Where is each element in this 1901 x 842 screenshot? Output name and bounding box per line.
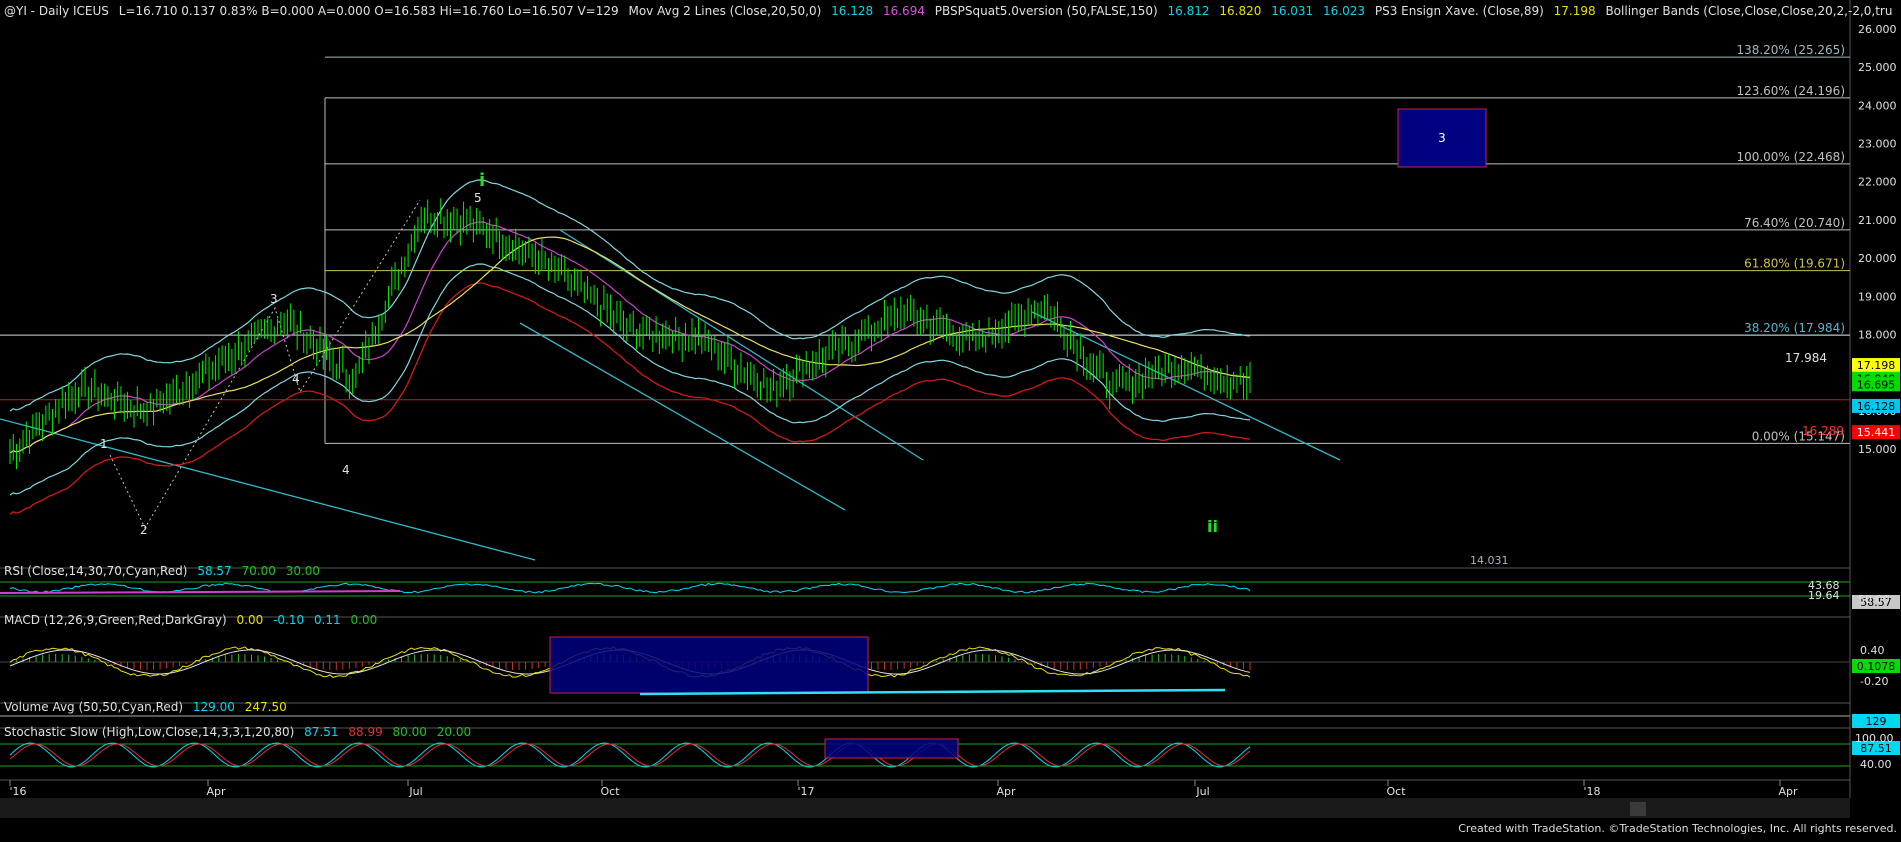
stoch-tick-low: 40.00 [1860, 758, 1892, 771]
date-tick-label: Oct [600, 785, 620, 798]
pbs-value-2: 16.820 [1219, 4, 1261, 18]
stoch-highlight-box [824, 738, 959, 759]
header-quote: L=16.710 0.137 0.83% B=0.000 A=0.000 O=1… [119, 4, 619, 18]
line-value-label-1: 17.984 [1785, 351, 1827, 365]
date-tick-label: Jul [408, 785, 422, 798]
pbs-value-4: 16.023 [1323, 4, 1365, 18]
wave-label-i: i [479, 170, 485, 191]
stoch-value-4: 20.00 [437, 725, 471, 739]
date-tick-label: Apr [1778, 785, 1798, 798]
svg-text:Stochastic Slow (High,Low,Clos: Stochastic Slow (High,Low,Close,14,3,3,1… [4, 725, 471, 739]
price-tick-label: 24.000 [1858, 99, 1897, 112]
pbs-value-3: 16.031 [1271, 4, 1313, 18]
svg-text:MACD (12,26,9,Green,Red,DarkGr: MACD (12,26,9,Green,Red,DarkGray) 0.00 -… [4, 613, 377, 627]
stoch-value-2: 88.99 [348, 725, 382, 739]
macd-label: MACD (12,26,9,Green,Red,DarkGray) [4, 613, 227, 627]
stoch-label: Stochastic Slow (High,Low,Close,14,3,3,1… [4, 725, 294, 739]
pbs-label: PBSPSquat5.0version (50,FALSE,150) [935, 4, 1158, 18]
ma-value-2: 16.694 [883, 4, 925, 18]
svg-text:@YI - Daily ICEUS L=16.: @YI - Daily ICEUS L=16.710 0.137 0.83% B… [4, 4, 1892, 18]
date-tick-label: '18 [1583, 785, 1600, 798]
price-badge-label: 17.198 [1857, 359, 1896, 372]
price-tick-label: 26.000 [1858, 23, 1897, 36]
target-box-label: 3 [1438, 131, 1446, 145]
fib-level-label: 123.60% (24.196) [1736, 84, 1845, 98]
macd-tick-high: 0.40 [1860, 644, 1885, 657]
macd-tick-low: -0.20 [1860, 675, 1888, 688]
ensign-label: PS3 Ensign Xave. (Close,89) [1375, 4, 1544, 18]
date-tick-label: '17 [797, 785, 814, 798]
ma-label: Mov Avg 2 Lines (Close,20,50,0) [628, 4, 821, 18]
volume-label: Volume Avg (50,50,Cyan,Red) [4, 700, 183, 714]
bollinger-label: Bollinger Bands (Close,Close,Close,20,2,… [1605, 4, 1892, 18]
pbs-value-1: 16.812 [1168, 4, 1210, 18]
stoch-value-1: 87.51 [304, 725, 338, 739]
price-badge-label: 15.441 [1857, 426, 1896, 439]
price-tick-label: 20.000 [1858, 252, 1897, 265]
price-badge-label: 16.695 [1857, 378, 1896, 391]
svg-text:RSI (Close,14,30,70,Cyan,Red): RSI (Close,14,30,70,Cyan,Red) 58.57 70.0… [4, 564, 320, 578]
rsi-value-1: 58.57 [197, 564, 231, 578]
rsi-value-2: 70.00 [242, 564, 276, 578]
wave-label-1: 1 [100, 437, 108, 451]
indicator-badge-label: 0.1078 [1857, 660, 1896, 673]
fib-level-label: 138.20% (25.265) [1736, 43, 1845, 57]
wave-label-ii: ii [1207, 517, 1218, 536]
date-tick-label: Oct [1386, 785, 1406, 798]
wave-label-4a: 4 [292, 372, 300, 386]
macd-value-1: 0.00 [237, 613, 264, 627]
macd-value-3: 0.11 [314, 613, 341, 627]
indicator-badge-label: 129 [1866, 715, 1887, 728]
time-scrollbar[interactable] [0, 798, 1850, 818]
price-badge-label: 16.128 [1857, 400, 1896, 413]
fib-level-label: 76.40% (20.740) [1744, 216, 1845, 230]
price-tick-label: 19.000 [1858, 290, 1897, 303]
footer-credit: Created with TradeStation. ©TradeStation… [1458, 822, 1897, 835]
macd-value-2: -0.10 [273, 613, 304, 627]
price-tick-label: 21.000 [1858, 214, 1897, 227]
line-value-label-2: 16.289 [1802, 424, 1844, 438]
price-tick-label: 18.000 [1858, 328, 1897, 341]
volume-value-2: 247.50 [245, 700, 287, 714]
header-symbol: @YI - Daily ICEUS [4, 4, 109, 18]
date-tick-label: '16 [9, 785, 26, 798]
price-tick-label: 23.000 [1858, 138, 1897, 151]
fib-level-label: 38.20% (17.984) [1744, 321, 1845, 335]
stoch-value-3: 80.00 [393, 725, 427, 739]
low-price-label: 14.031 [1470, 554, 1509, 567]
date-tick-label: Jul [1195, 785, 1209, 798]
ma-value-1: 16.128 [831, 4, 873, 18]
date-tick-label: Apr [206, 785, 226, 798]
rsi-value-3: 30.00 [286, 564, 320, 578]
stoch-tick-high: 100.00 [1855, 732, 1894, 745]
price-chart[interactable]: 138.20% (25.265) 123.60% (24.196) 100.00% … [0, 0, 1901, 838]
chart-window: 138.20% (25.265) 123.60% (24.196) 100.00% … [0, 0, 1901, 838]
price-tick-label: 22.000 [1858, 176, 1897, 189]
wave-label-5: 5 [474, 191, 482, 205]
macd-value-4: 0.00 [351, 613, 378, 627]
ensign-value: 17.198 [1554, 4, 1596, 18]
volume-value-1: 129.00 [193, 700, 235, 714]
macd-highlight-box [549, 636, 869, 694]
svg-text:Volume Avg (50,50,Cyan,Red): Volume Avg (50,50,Cyan,Red) 129.00 247.5… [4, 700, 287, 714]
rsi-label: RSI (Close,14,30,70,Cyan,Red) [4, 564, 187, 578]
fib-level-label: 100.00% (22.468) [1736, 150, 1845, 164]
scrollbar-thumb[interactable] [1630, 802, 1646, 816]
price-tick-label: 25.000 [1858, 61, 1897, 74]
price-tick-label: 15.000 [1858, 443, 1897, 456]
rsi-scale-3: 50.00 [1858, 593, 1890, 606]
wave-label-4b: 4 [342, 463, 350, 477]
date-tick-label: Apr [996, 785, 1016, 798]
rsi-scale-2: 19.64 [1808, 589, 1840, 602]
wave-label-2: 2 [140, 523, 148, 537]
fib-level-label: 61.80% (19.671) [1744, 257, 1845, 271]
wave-label-3: 3 [270, 292, 278, 306]
